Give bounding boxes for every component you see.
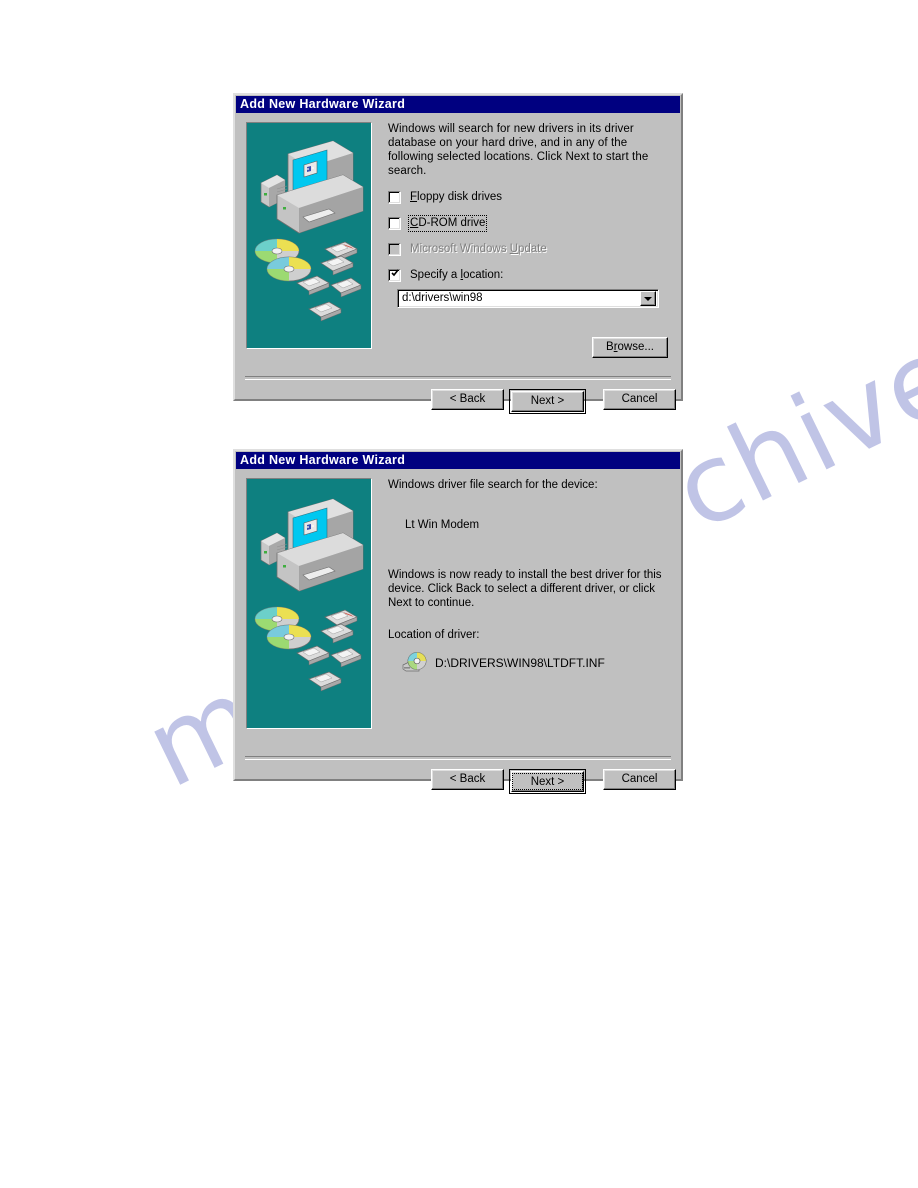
next-button[interactable]: Next >	[511, 771, 584, 792]
location-of-driver-label: Location of driver:	[388, 629, 480, 641]
checkbox-row-microsoft-windows-update: Microsoft Windows Update	[388, 243, 671, 256]
computer-media-illustration	[247, 479, 371, 728]
browse-button[interactable]: Browse...	[592, 337, 668, 358]
browse-button-label: Browse...	[606, 341, 654, 353]
device-name-text: Lt Win Modem	[405, 519, 480, 531]
chevron-down-icon[interactable]	[640, 291, 656, 306]
dialog-content-area: Windows driver file search for the devic…	[388, 478, 671, 675]
add-new-hardware-wizard-dialog-confirm[interactable]: Add New Hardware Wizard Windows driver f…	[233, 449, 683, 794]
checkbox-floppy-disk-drives[interactable]	[388, 191, 401, 204]
next-button-default-frame: Next >	[509, 389, 586, 414]
add-new-hardware-wizard-dialog-search[interactable]: Add New Hardware Wizard Windows will sea…	[233, 93, 683, 414]
checkbox-label-specify-a-location: Specify a location:	[410, 269, 504, 281]
checkbox-specify-a-location[interactable]	[388, 269, 401, 282]
location-combobox[interactable]: d:\drivers\win98	[397, 289, 659, 308]
footer-separator	[245, 376, 671, 380]
back-button[interactable]: < Back	[431, 769, 504, 790]
dialog-content-area: Windows will search for new drivers in i…	[388, 122, 671, 308]
checkbox-microsoft-windows-update	[388, 243, 401, 256]
checkbox-row-cd-rom-drive[interactable]: CD-ROM drive	[388, 215, 671, 232]
footer-separator	[245, 756, 671, 760]
dialog-titlebar: Add New Hardware Wizard	[236, 452, 680, 469]
cancel-button[interactable]: Cancel	[603, 389, 676, 410]
cd-rom-drive-icon	[402, 652, 427, 672]
computer-media-illustration	[247, 123, 371, 348]
next-button-label: Next >	[512, 773, 583, 790]
next-button[interactable]: Next >	[511, 391, 584, 412]
checkbox-label-microsoft-windows-update: Microsoft Windows Update	[410, 243, 547, 255]
checkbox-label-floppy-disk-drives: Floppy disk drives	[410, 191, 503, 203]
cancel-button[interactable]: Cancel	[603, 769, 676, 790]
dialog-titlebar: Add New Hardware Wizard	[236, 96, 680, 113]
ready-to-install-text: Windows is now ready to install the best…	[388, 569, 662, 609]
driver-path-text: D:\DRIVERS\WIN98\LTDFT.INF	[435, 656, 605, 670]
search-instructions-text: Windows will search for new drivers in i…	[388, 123, 649, 177]
wizard-artwork-panel	[246, 478, 372, 729]
dialog-body: Windows driver file search for the devic…	[235, 469, 681, 794]
checkmark-icon	[391, 269, 399, 277]
dialog-footer-buttons: < Back Next > Cancel	[431, 389, 681, 414]
location-combobox-value[interactable]: d:\drivers\win98	[398, 290, 640, 307]
checkbox-row-specify-a-location[interactable]: Specify a location:	[388, 269, 671, 282]
wizard-artwork-panel	[246, 122, 372, 349]
back-button[interactable]: < Back	[431, 389, 504, 410]
next-button-default-frame: Next >	[509, 769, 586, 794]
checkbox-row-floppy-disk-drives[interactable]: Floppy disk drives	[388, 191, 671, 204]
dialog-body: Windows will search for new drivers in i…	[235, 113, 681, 414]
checkbox-label-cd-rom-drive: CD-ROM drive	[407, 215, 488, 232]
driver-search-label: Windows driver file search for the devic…	[388, 479, 598, 491]
dialog-footer-buttons: < Back Next > Cancel	[431, 769, 681, 794]
checkbox-cd-rom-drive[interactable]	[388, 217, 401, 230]
driver-path-row: D:\DRIVERS\WIN98\LTDFT.INF	[402, 651, 671, 675]
